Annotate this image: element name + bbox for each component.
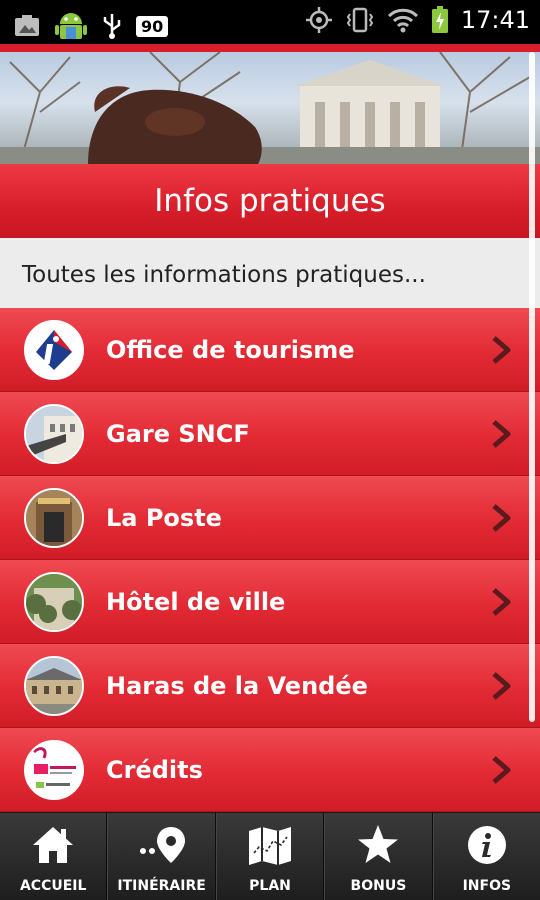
map-icon: [249, 827, 292, 865]
star-icon: [358, 825, 399, 863]
chevron-right-icon: [492, 336, 511, 364]
page-header: Infos pratiques: [0, 164, 540, 238]
list-item-label: Haras de la Vendée: [106, 672, 368, 700]
chevron-right-icon: [492, 756, 511, 784]
tab-bonus[interactable]: BONUS: [324, 813, 433, 900]
town-hall-photo: [24, 572, 84, 632]
chevron-right-icon: [492, 588, 511, 616]
list-item-la-poste[interactable]: La Poste: [0, 476, 540, 560]
route-pin-icon: [139, 827, 185, 863]
gps-icon: [305, 7, 332, 33]
list-item-haras-de-la-vendee[interactable]: Haras de la Vendée: [0, 644, 540, 728]
bottom-tab-bar: ACCUEIL ITINÉRAIRE PLAN BONUS INFOS: [0, 813, 540, 900]
usb-icon: [103, 14, 121, 39]
tab-plan[interactable]: PLAN: [215, 813, 325, 900]
accent-line: [0, 44, 540, 52]
tab-label: INFOS: [462, 878, 512, 894]
gallery-notification-icon: [15, 15, 39, 36]
page-subtitle: Toutes les informations pratiques...: [22, 262, 426, 288]
battery-charging-icon: [431, 6, 448, 33]
info-icon: [467, 826, 506, 864]
tab-label: ACCUEIL: [19, 878, 87, 894]
train-station-photo: [24, 404, 84, 464]
list-item-label: La Poste: [106, 504, 222, 532]
tab-accueil[interactable]: ACCUEIL: [0, 813, 108, 900]
banner-photo: [0, 52, 540, 164]
post-office-photo: [24, 488, 84, 548]
clock: 17:41: [460, 6, 530, 34]
list-item-office-de-tourisme[interactable]: Office de tourisme: [0, 308, 540, 392]
list-item-hotel-de-ville[interactable]: Hôtel de ville: [0, 560, 540, 644]
chevron-right-icon: [492, 504, 511, 532]
list-item-gare-sncf[interactable]: Gare SNCF: [0, 392, 540, 476]
tourism-info-icon: [24, 320, 84, 380]
wifi-icon: [387, 8, 418, 33]
page-title: Infos pratiques: [154, 183, 386, 219]
list-item-credits[interactable]: Crédits: [0, 728, 540, 812]
subtitle-bar: Toutes les informations pratiques...: [0, 238, 540, 309]
android-robot-icon: [55, 13, 87, 39]
chevron-right-icon: [492, 420, 511, 448]
tab-label: PLAN: [249, 878, 291, 894]
chevron-right-icon: [492, 672, 511, 700]
home-icon: [33, 827, 74, 863]
list-item-label: Hôtel de ville: [106, 588, 286, 616]
list-item-label: Office de tourisme: [106, 336, 355, 364]
stud-farm-photo: [24, 656, 84, 716]
tab-infos[interactable]: INFOS: [432, 813, 540, 900]
info-list: Office de tourisme Gare SNCF La Poste Hô…: [0, 308, 540, 813]
battery-percent-badge: 90: [136, 15, 169, 37]
tab-itineraire[interactable]: ITINÉRAIRE: [107, 813, 216, 900]
credits-logo: [24, 740, 84, 800]
list-item-label: Crédits: [106, 756, 203, 784]
vibrate-icon: [346, 7, 374, 33]
scrollbar[interactable]: [529, 52, 535, 722]
tab-label: ITINÉRAIRE: [117, 878, 206, 894]
tab-label: BONUS: [350, 878, 407, 894]
status-bar: 90 17:41: [0, 0, 540, 44]
list-item-label: Gare SNCF: [106, 420, 250, 448]
